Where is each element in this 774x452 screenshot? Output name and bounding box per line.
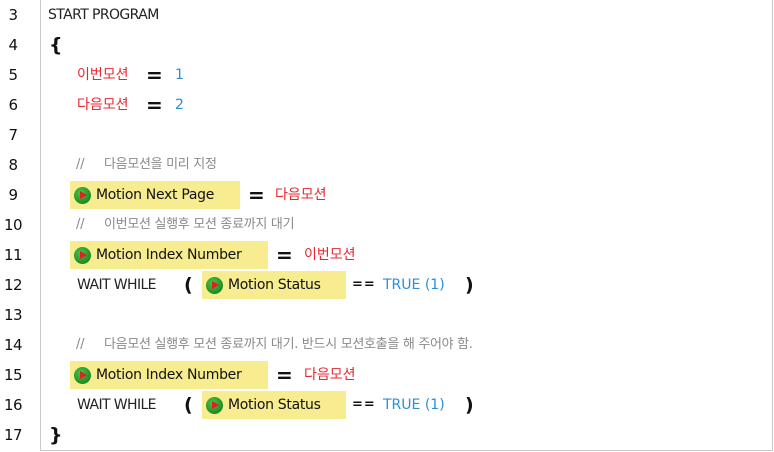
code-line-12[interactable]: 12 WAIT WHILE ( Motion Status == TRUE (1… [0,270,774,300]
open-paren: ( [184,274,193,296]
close-paren: ) [465,274,474,296]
assign-operator: = [146,63,163,87]
play-icon [74,186,91,204]
comment-text: 다음모션 실행후 모션 종료까지 대기. 반드시 모션호출을 해 주어야 함. [104,337,473,352]
comment-marker: // [76,217,85,232]
function-label: Motion Index Number [96,367,242,383]
line-number: 7 [8,126,18,144]
line-number: 13 [3,306,23,324]
comment-text: 다음모션을 미리 지정 [104,157,217,172]
function-block-motion-index-number[interactable]: Motion Index Number [70,241,268,269]
assign-operator: = [276,363,293,387]
compare-value[interactable]: TRUE (1) [383,270,445,300]
assign-operator: = [276,243,293,267]
close-brace: } [49,424,63,446]
code-line-7[interactable]: 7 [0,120,774,150]
variable-name[interactable]: 다음모션 [275,180,327,210]
line-number: 12 [3,276,23,294]
line-number: 11 [3,246,23,264]
function-label: Motion Status [228,277,321,293]
assign-operator: = [146,93,163,117]
wait-while-keyword: WAIT WHILE [77,397,157,413]
variable-name[interactable]: 다음모션 [77,90,129,120]
comment-text: 이번모션 실행후 모션 종료까지 대기 [104,217,295,232]
code-line-16[interactable]: 16 WAIT WHILE ( Motion Status == TRUE (1… [0,390,774,420]
start-program-keyword: START PROGRAM [48,7,159,23]
comment-marker: // [76,337,85,352]
line-number: 16 [3,396,23,414]
comment-marker: // [76,157,85,172]
assign-operator: = [248,183,265,207]
code-line-14[interactable]: 14 // 다음모션 실행후 모션 종료까지 대기. 반드시 모션호출을 해 주… [0,330,774,360]
variable-name[interactable]: 이번모션 [77,60,129,90]
code-line-8[interactable]: 8 // 다음모션을 미리 지정 [0,150,774,180]
code-line-6[interactable]: 6 다음모션 = 2 [0,90,774,120]
function-block-motion-status[interactable]: Motion Status [202,271,346,299]
line-number: 8 [8,156,18,174]
line-number: 4 [8,36,18,54]
assigned-value[interactable]: 1 [175,60,184,90]
play-icon [206,396,223,414]
code-line-17[interactable]: 17 } [0,420,774,450]
code-line-15[interactable]: 15 Motion Index Number = 다음모션 [0,360,774,390]
code-line-4[interactable]: 4 { [0,30,774,60]
code-line-3[interactable]: 3 START PROGRAM [0,0,774,30]
function-label: Motion Next Page [96,187,215,203]
open-paren: ( [184,394,193,416]
assigned-value[interactable]: 2 [175,90,184,120]
line-number: 6 [8,96,18,114]
open-brace: { [49,34,63,56]
play-icon [74,246,91,264]
play-icon [74,366,91,384]
function-label: Motion Status [228,397,321,413]
variable-name[interactable]: 다음모션 [304,360,356,390]
line-number: 10 [3,216,23,234]
play-icon [206,276,223,294]
line-number: 9 [8,186,18,204]
line-number: 14 [3,336,23,354]
close-paren: ) [465,394,474,416]
function-block-motion-next-page[interactable]: Motion Next Page [70,181,240,209]
code-line-11[interactable]: 11 Motion Index Number = 이번모션 [0,240,774,270]
equality-operator: == [352,397,376,412]
equality-operator: == [352,277,376,292]
compare-value[interactable]: TRUE (1) [383,390,445,420]
wait-while-keyword: WAIT WHILE [77,277,157,293]
code-line-10[interactable]: 10 // 이번모션 실행후 모션 종료까지 대기 [0,210,774,240]
line-number: 17 [3,426,23,444]
function-block-motion-index-number[interactable]: Motion Index Number [70,361,268,389]
function-label: Motion Index Number [96,247,242,263]
line-number: 3 [8,6,18,24]
line-number: 5 [8,66,18,84]
code-line-13[interactable]: 13 [0,300,774,330]
code-line-9[interactable]: 9 Motion Next Page = 다음모션 [0,180,774,210]
variable-name[interactable]: 이번모션 [304,240,356,270]
line-number: 15 [3,366,23,384]
code-line-5[interactable]: 5 이번모션 = 1 [0,60,774,90]
function-block-motion-status[interactable]: Motion Status [202,391,346,419]
